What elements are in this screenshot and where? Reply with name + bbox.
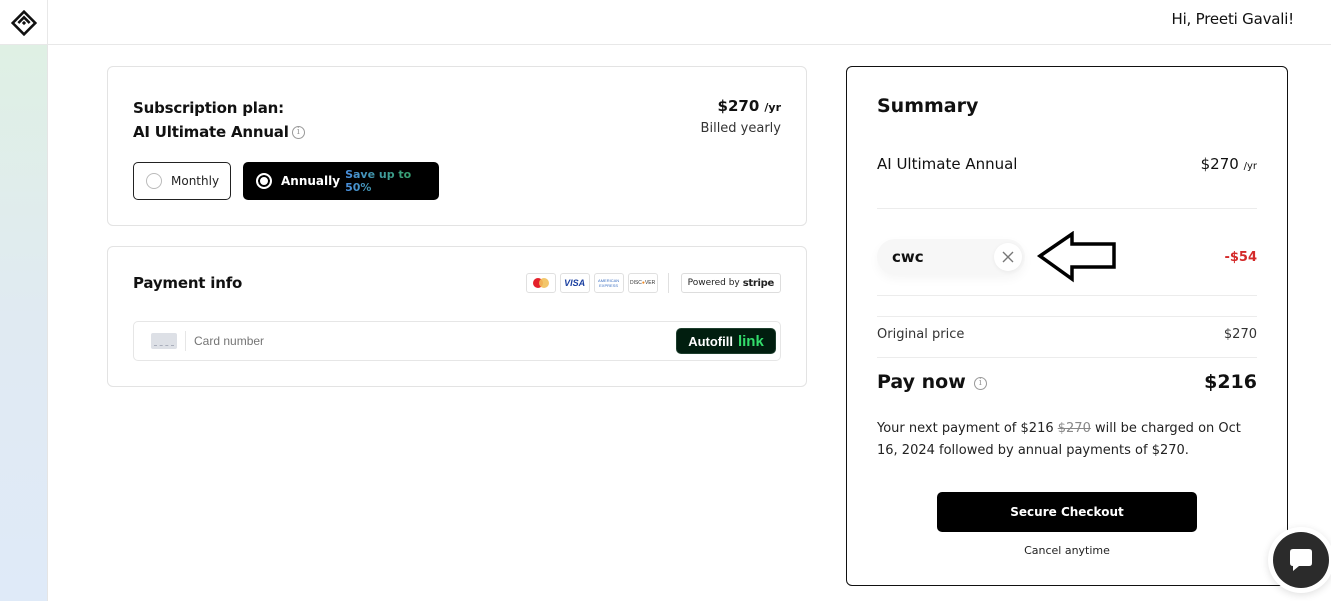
summary-plan-period: /yr bbox=[1243, 161, 1257, 172]
billing-option-annually[interactable]: Annually Save up to 50% bbox=[243, 162, 439, 200]
info-icon[interactable]: i bbox=[291, 126, 305, 139]
remove-coupon-button[interactable] bbox=[994, 243, 1022, 271]
radio-unselected-icon[interactable] bbox=[146, 173, 162, 189]
brand-logo-icon bbox=[10, 9, 37, 36]
card-number-input[interactable]: Card number Autofill link bbox=[133, 321, 781, 361]
link-wordmark: link bbox=[737, 332, 764, 350]
next-payment-prefix: Your next payment of $216 bbox=[877, 421, 1054, 436]
radio-selected-icon[interactable] bbox=[256, 173, 272, 189]
stripe-wordmark: stripe bbox=[742, 277, 775, 289]
plan-price-period: /yr bbox=[764, 101, 781, 114]
summary-plan-amount: $270 bbox=[1200, 155, 1239, 173]
divider bbox=[877, 295, 1257, 296]
divider bbox=[667, 273, 669, 293]
autofill-label: Autofill bbox=[688, 333, 733, 349]
visa-icon: VISA bbox=[559, 273, 590, 293]
option-label: Annually bbox=[281, 174, 341, 188]
payment-heading: Payment info bbox=[133, 274, 243, 292]
discount-amount: -$54 bbox=[1224, 250, 1257, 265]
divider bbox=[877, 208, 1257, 209]
summary-plan-price: $270 /yr bbox=[1201, 155, 1257, 173]
plan-price-amount: $270 bbox=[717, 97, 760, 115]
divider bbox=[877, 357, 1257, 358]
divider bbox=[185, 331, 186, 351]
summary-heading: Summary bbox=[877, 95, 979, 117]
summary-plan-name: AI Ultimate Annual bbox=[877, 155, 1018, 173]
american-express-icon: AMERICAN EXPRESS bbox=[593, 273, 624, 293]
discover-icon: DISC●VER bbox=[627, 273, 658, 293]
annotation-arrow-left-icon bbox=[1036, 231, 1116, 283]
plan-name: AI Ultimate Annual bbox=[133, 123, 289, 141]
info-icon[interactable]: i bbox=[973, 377, 987, 390]
secure-checkout-button[interactable]: Secure Checkout bbox=[937, 492, 1197, 532]
plan-label: Subscription plan: bbox=[133, 99, 284, 117]
cancel-anytime-note: Cancel anytime bbox=[1024, 544, 1110, 557]
close-icon bbox=[1002, 251, 1014, 263]
autofill-link-button[interactable]: Autofill link bbox=[676, 328, 776, 354]
top-bar: Hi, Preeti Gavali! bbox=[0, 0, 1331, 45]
chat-launcher-button[interactable] bbox=[1268, 527, 1331, 593]
chat-bubble-icon bbox=[1290, 549, 1312, 571]
card-brands: VISA AMERICAN EXPRESS DISC●VER Powered by… bbox=[525, 273, 781, 293]
original-price-label: Original price bbox=[877, 327, 965, 342]
coupon-code: cwc bbox=[892, 248, 924, 266]
plan-heading: Subscription plan: AI Ultimate Annual i bbox=[133, 96, 305, 144]
next-payment-struck-price: $270 bbox=[1057, 421, 1091, 436]
summary-plan-row: AI Ultimate Annual $270 /yr bbox=[877, 155, 1257, 173]
pay-now-amount: $216 bbox=[1204, 371, 1257, 393]
option-label: Monthly bbox=[171, 174, 220, 188]
billing-cycle: Billed yearly bbox=[700, 121, 781, 136]
subscription-plan-card: Subscription plan: AI Ultimate Annual i $… bbox=[107, 66, 807, 226]
pay-now-row: Pay now i $216 bbox=[877, 371, 1257, 393]
logo[interactable] bbox=[0, 0, 48, 45]
next-payment-note: Your next payment of $216 $270 will be c… bbox=[877, 418, 1257, 462]
pay-now-label: Pay now bbox=[877, 371, 966, 393]
billing-option-monthly[interactable]: Monthly bbox=[133, 162, 231, 200]
payment-info-card: Payment info VISA AMERICAN EXPRESS DISC●V… bbox=[107, 246, 807, 387]
mastercard-icon bbox=[525, 273, 556, 293]
card-number-placeholder: Card number bbox=[194, 334, 265, 348]
plan-price: $270 /yr Billed yearly bbox=[701, 96, 781, 136]
credit-card-icon bbox=[151, 333, 177, 349]
savings-badge: Save up to 50% bbox=[345, 168, 439, 194]
divider bbox=[877, 316, 1257, 317]
order-summary-panel: Summary AI Ultimate Annual $270 /yr cwc … bbox=[846, 66, 1288, 586]
powered-by-label: Powered by bbox=[687, 278, 740, 288]
applied-coupon-chip: cwc bbox=[877, 239, 1025, 275]
original-price-value: $270 bbox=[1223, 327, 1257, 342]
original-price-row: Original price $270 bbox=[877, 327, 1257, 342]
user-greeting: Hi, Preeti Gavali! bbox=[1171, 10, 1294, 28]
chat-launcher-inner bbox=[1273, 532, 1329, 588]
sidebar bbox=[0, 45, 48, 601]
powered-by-stripe-badge[interactable]: Powered by stripe bbox=[680, 273, 781, 293]
